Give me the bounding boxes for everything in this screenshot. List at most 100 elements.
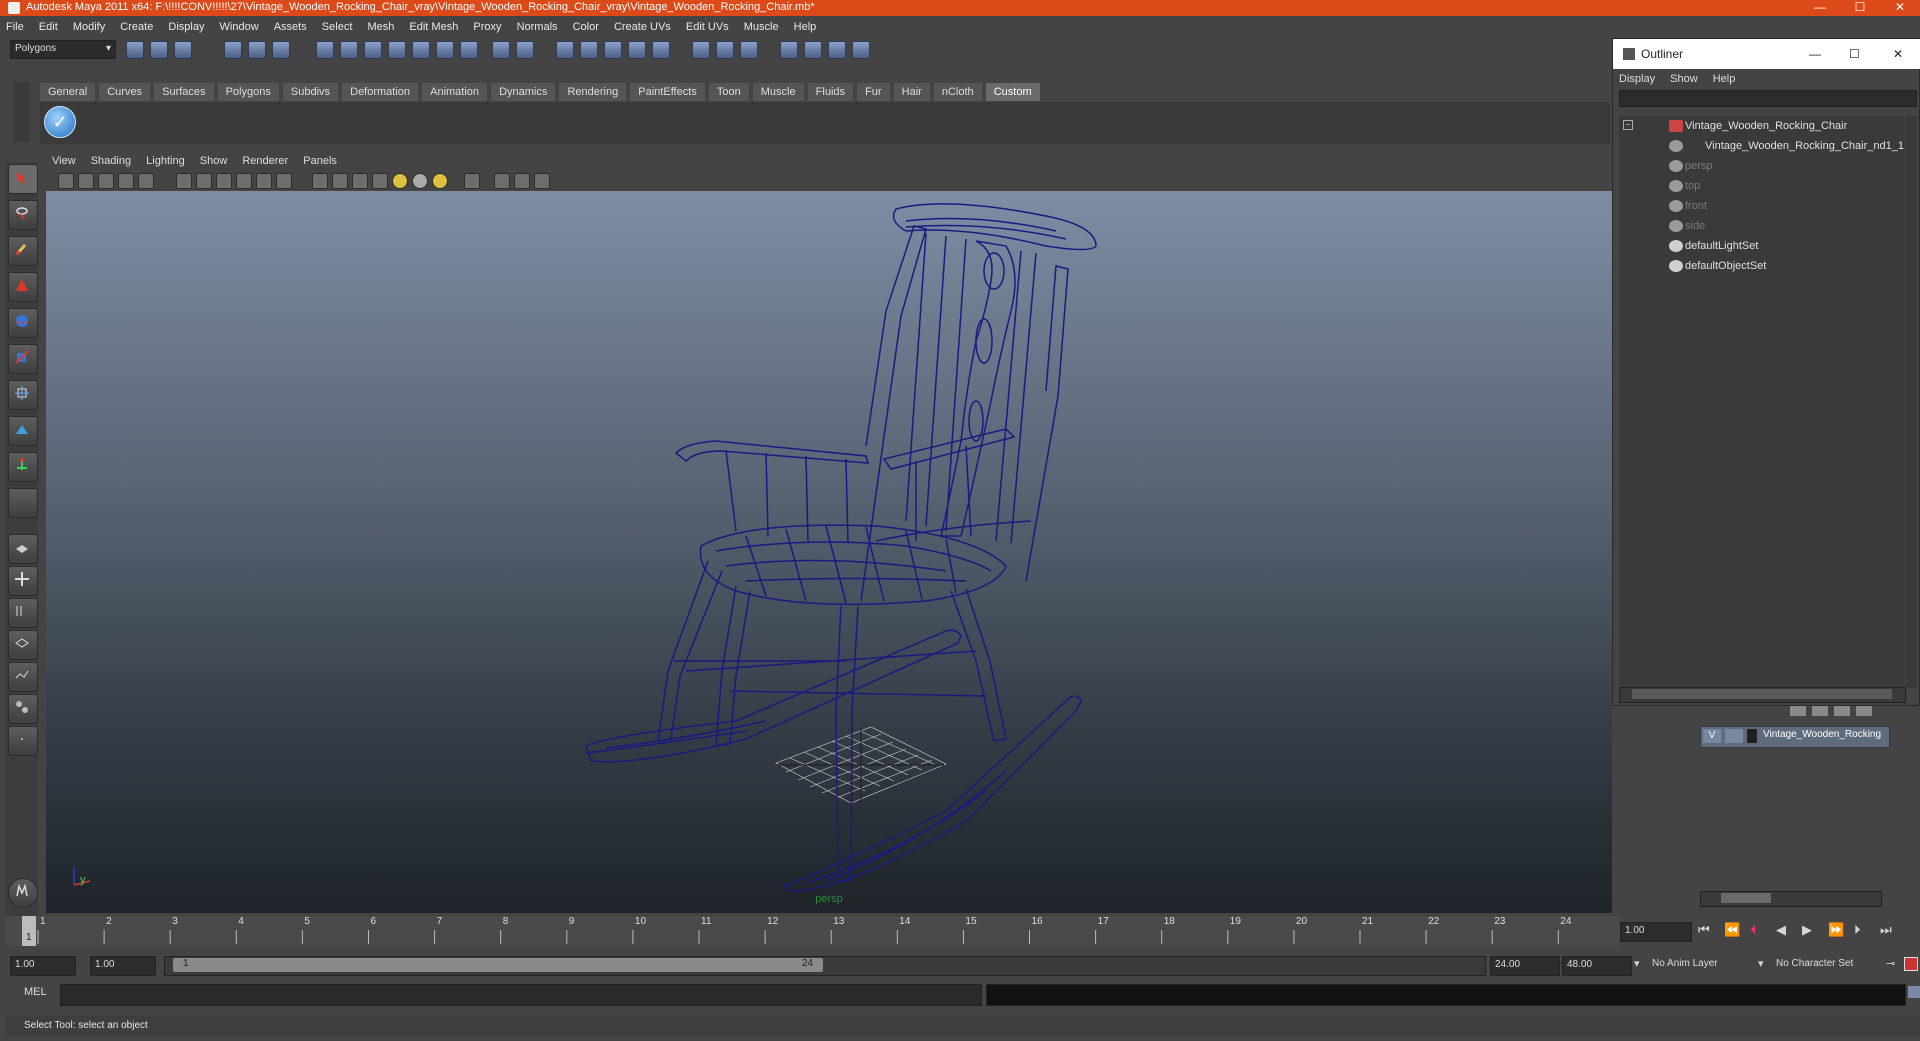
close-button[interactable]: ✕: [1880, 0, 1920, 16]
select-object-icon[interactable]: [248, 41, 266, 59]
outliner-menu-help[interactable]: Help: [1707, 70, 1742, 88]
snap-grid-icon[interactable]: [316, 41, 334, 59]
outliner-menu-display[interactable]: Display: [1613, 70, 1661, 88]
tab-deformation[interactable]: Deformation: [342, 83, 419, 101]
tab-subdivs[interactable]: Subdivs: [282, 83, 339, 101]
end-time-field[interactable]: 48.00: [1562, 956, 1632, 976]
step-back-key-icon[interactable]: ⏪: [1724, 922, 1740, 938]
outliner-hscroll-thumb[interactable]: [1632, 689, 1892, 699]
select-component-icon[interactable]: [272, 41, 290, 59]
help-icon[interactable]: [460, 41, 478, 59]
maya-logo-button[interactable]: [8, 878, 38, 908]
shadow-icon[interactable]: [412, 173, 428, 189]
outliner-close-button[interactable]: ✕: [1893, 39, 1903, 69]
vp-menu-lighting[interactable]: Lighting: [140, 153, 191, 170]
anim-layer-dropdown[interactable]: No Anim Layer: [1648, 956, 1756, 974]
render-view-icon[interactable]: [604, 41, 622, 59]
script-editor-icon[interactable]: [1908, 986, 1920, 998]
outliner-item[interactable]: front: [1619, 196, 1903, 216]
chevron-down-icon[interactable]: ▾: [1634, 957, 1640, 970]
layout-icon[interactable]: [780, 41, 798, 59]
menu-edit-uvs[interactable]: Edit UVs: [680, 19, 735, 36]
outliner-item[interactable]: Vintage_Wooden_Rocking_Chair_nd1_1: [1619, 136, 1904, 156]
isolate-select-icon[interactable]: [464, 173, 480, 189]
image-plane-icon[interactable]: [118, 173, 134, 189]
hud-icon[interactable]: [534, 173, 550, 189]
outliner-search-input[interactable]: [1619, 90, 1917, 107]
select-tool[interactable]: [8, 164, 38, 194]
tab-fluids[interactable]: Fluids: [807, 83, 854, 101]
vp-menu-panels[interactable]: Panels: [297, 153, 343, 170]
resolution-gate-icon[interactable]: [196, 173, 212, 189]
play-forward-icon[interactable]: ▶: [1802, 922, 1812, 938]
menu-proxy[interactable]: Proxy: [467, 19, 507, 36]
scale-tool[interactable]: [8, 344, 38, 374]
wire-on-shaded-icon[interactable]: [352, 173, 368, 189]
all-lights-icon[interactable]: [432, 173, 448, 189]
field-chart-icon[interactable]: [236, 173, 252, 189]
layout-four-button[interactable]: [8, 566, 38, 596]
playback-start-field[interactable]: 1.00: [90, 956, 156, 976]
select-hierarchy-icon[interactable]: [224, 41, 242, 59]
menu-modify[interactable]: Modify: [67, 19, 111, 36]
tool-settings-toggle-icon[interactable]: [740, 41, 758, 59]
grid-icon[interactable]: [138, 173, 154, 189]
attribute-editor-toggle-icon[interactable]: [716, 41, 734, 59]
layer-delete-icon[interactable]: [1856, 706, 1872, 716]
vp-menu-show[interactable]: Show: [194, 153, 234, 170]
go-to-start-icon[interactable]: ⏮: [1698, 922, 1710, 938]
minimize-button[interactable]: —: [1800, 0, 1840, 16]
menu-edit-mesh[interactable]: Edit Mesh: [403, 19, 464, 36]
time-slider[interactable]: 1 2 3 4 5 6 7 8 9 10 11 12 13 14 15 16 17 18 19 20 21 22 23 24 …: [6, 916, 1621, 946]
key-icon[interactable]: ⊸: [1886, 957, 1895, 970]
tab-general[interactable]: General: [40, 83, 96, 101]
render-region-icon[interactable]: [652, 41, 670, 59]
lock-icon[interactable]: [492, 41, 510, 59]
menu-muscle[interactable]: Muscle: [738, 19, 785, 36]
smooth-shade-icon[interactable]: [332, 173, 348, 189]
outliner-maximize-button[interactable]: ☐: [1849, 39, 1860, 69]
chevron-down-icon[interactable]: ▾: [1758, 957, 1764, 970]
manipulator-tool[interactable]: [8, 380, 38, 410]
go-to-end-icon[interactable]: ⏭: [1880, 922, 1892, 938]
outliner-hscrollbar[interactable]: [1619, 687, 1906, 703]
new-scene-icon[interactable]: [126, 41, 144, 59]
current-frame-field[interactable]: 1.00: [1620, 922, 1692, 942]
layer-visibility-toggle[interactable]: V: [1703, 729, 1721, 743]
render-current-icon[interactable]: [516, 41, 534, 59]
checkmark-shelf-button[interactable]: ✓: [44, 106, 76, 138]
outliner-vscrollbar[interactable]: [1905, 116, 1917, 688]
film-gate-icon[interactable]: [176, 173, 192, 189]
xray-icon[interactable]: [494, 173, 510, 189]
layout-four-icon[interactable]: [828, 41, 846, 59]
snap-live-icon[interactable]: [412, 41, 430, 59]
rotate-tool[interactable]: [8, 308, 38, 338]
tab-custom[interactable]: Custom: [985, 83, 1040, 101]
layout-top-button[interactable]: [8, 630, 38, 660]
layout-persp-icon[interactable]: [852, 41, 870, 59]
hypershade-icon[interactable]: [628, 41, 646, 59]
snap-point-icon[interactable]: [364, 41, 382, 59]
layer-row[interactable]: V Vintage_Wooden_Rocking: [1700, 726, 1890, 748]
tab-dynamics[interactable]: Dynamics: [491, 83, 556, 101]
layer-scrollbar[interactable]: [1700, 891, 1882, 907]
open-scene-icon[interactable]: [150, 41, 168, 59]
ipr-render-icon[interactable]: [556, 41, 574, 59]
menu-set-dropdown[interactable]: Polygons ▾: [10, 40, 116, 59]
step-forward-key-icon[interactable]: ⏩: [1828, 922, 1844, 938]
wireframe-icon[interactable]: [312, 173, 328, 189]
play-backward-icon[interactable]: ◀: [1776, 922, 1786, 938]
layout-graph-button[interactable]: [8, 662, 38, 692]
channel-box-toggle-icon[interactable]: [692, 41, 710, 59]
outliner-item[interactable]: side: [1619, 216, 1903, 236]
tab-toon[interactable]: Toon: [708, 83, 749, 101]
move-tool[interactable]: [8, 272, 38, 302]
textured-icon[interactable]: [372, 173, 388, 189]
menu-color[interactable]: Color: [567, 19, 605, 36]
tab-ncloth[interactable]: nCloth: [933, 83, 982, 101]
auto-key-icon[interactable]: [1904, 957, 1918, 971]
safe-title-icon[interactable]: [276, 173, 292, 189]
playback-end-field[interactable]: 24.00: [1490, 956, 1560, 976]
step-forward-frame-icon[interactable]: ⏵: [1854, 922, 1861, 938]
layout-dots-button[interactable]: [8, 726, 38, 756]
